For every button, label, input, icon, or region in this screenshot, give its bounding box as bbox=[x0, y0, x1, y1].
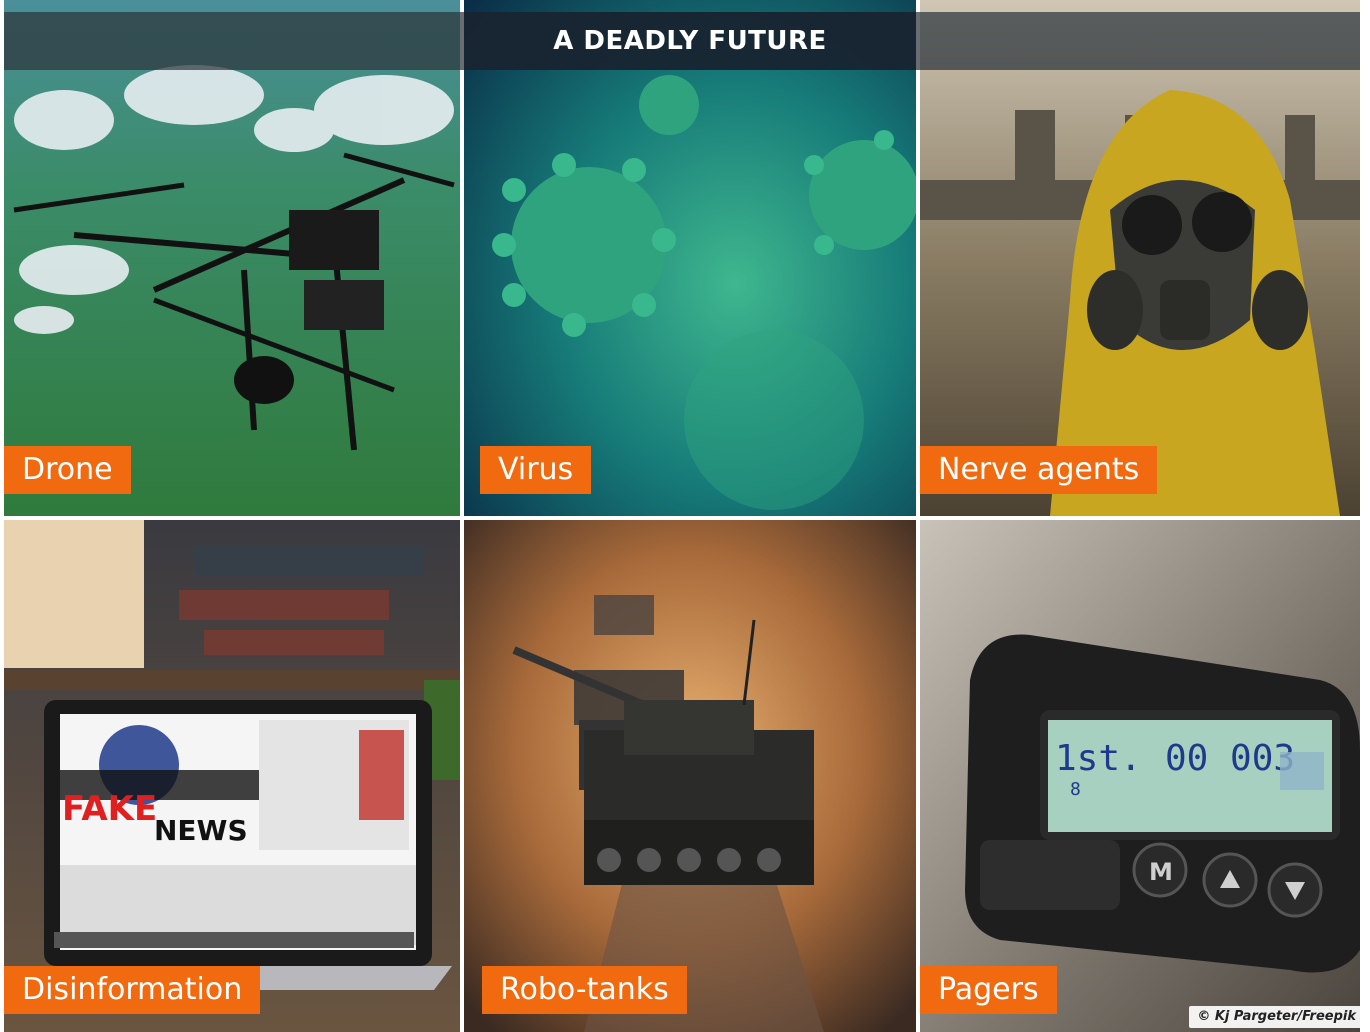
collage: Drone Virus Nerve agents FAKE NEWS Disin… bbox=[0, 0, 1370, 1032]
robo-tanks-tile: Robo-tanks bbox=[464, 520, 916, 1032]
laptop-image: FAKE NEWS bbox=[4, 520, 460, 1032]
tile-label-nerve-agents: Nerve agents bbox=[920, 446, 1158, 494]
pager-line2: 8 bbox=[1070, 779, 1081, 800]
disinformation-tile: FAKE NEWS Disinformation bbox=[4, 520, 460, 1032]
header-center-panel: A DEADLY FUTURE bbox=[464, 12, 916, 70]
pagers-tile: 1st. 00 003 8 M Pagers bbox=[920, 520, 1360, 1032]
tank-image bbox=[464, 520, 916, 1032]
fake-text: FAKE bbox=[62, 789, 157, 829]
nerve-agents-tile: Nerve agents bbox=[920, 0, 1360, 516]
pager-m-button-glyph: M bbox=[1149, 858, 1173, 886]
tile-label-pagers: Pagers bbox=[920, 966, 1057, 1014]
drone-image bbox=[4, 0, 460, 516]
page-title: A DEADLY FUTURE bbox=[553, 26, 827, 56]
tile-label-drone: Drone bbox=[4, 446, 131, 494]
tile-label-virus: Virus bbox=[480, 446, 592, 494]
gas-mask-image bbox=[920, 0, 1360, 516]
pager-line1-left: 1st. bbox=[1055, 738, 1142, 779]
tile-label-disinformation: Disinformation bbox=[4, 966, 261, 1014]
virus-tile: Virus bbox=[464, 0, 916, 516]
pager-line1-right: 00 003 bbox=[1165, 738, 1295, 779]
news-text: NEWS bbox=[154, 814, 248, 847]
photo-credit: © Kj Pargeter/Freepik bbox=[1189, 1006, 1364, 1028]
pager-image: 1st. 00 003 8 M bbox=[920, 520, 1360, 1032]
virus-image bbox=[464, 0, 916, 516]
drone-tile: Drone bbox=[4, 0, 460, 516]
tile-label-robo-tanks: Robo-tanks bbox=[482, 966, 687, 1014]
